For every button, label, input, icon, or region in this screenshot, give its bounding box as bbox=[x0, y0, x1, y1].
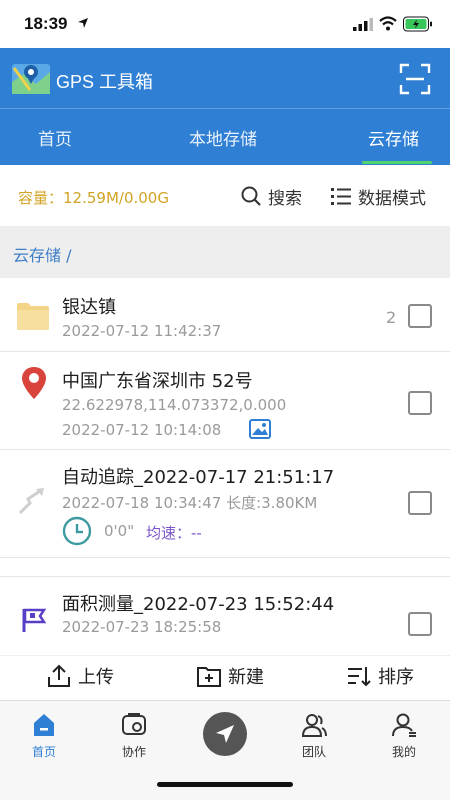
upload-label: 上传 bbox=[78, 667, 114, 688]
search-button[interactable]: 搜索 bbox=[240, 183, 302, 209]
status-time: 18:39 bbox=[24, 14, 68, 33]
sort-label: 排序 bbox=[378, 667, 414, 688]
top-tabs: 首页 本地存储 云存储 bbox=[0, 108, 450, 165]
create-label: 新建 bbox=[228, 667, 264, 688]
navigate-button[interactable] bbox=[203, 712, 247, 756]
search-label: 搜索 bbox=[268, 188, 302, 209]
tab-cloud-storage[interactable]: 云存储 bbox=[368, 125, 419, 150]
nav-home[interactable]: 首页 bbox=[14, 711, 74, 760]
nav-home-label: 首页 bbox=[31, 745, 56, 759]
app-bar: GPS 工具箱 bbox=[0, 48, 450, 108]
data-mode-label: 数据模式 bbox=[358, 188, 426, 209]
item-title: 银达镇 bbox=[62, 297, 116, 318]
item-checkbox[interactable] bbox=[408, 391, 432, 415]
location-arrow-icon bbox=[78, 18, 88, 28]
navigation-arrow-icon bbox=[216, 725, 234, 743]
item-average-speed: 均速：-- bbox=[146, 524, 202, 542]
item-meta: 2022-07-18 10:34:47 长度:3.80KM bbox=[62, 494, 318, 512]
breadcrumb[interactable]: 云存储 / bbox=[13, 242, 71, 266]
new-folder-icon bbox=[197, 667, 221, 687]
app-header: GPS 工具箱 首页 本地存储 云存储 bbox=[0, 48, 450, 165]
storage-info-bar: 容量：12.59M/0.00G 搜索 数据模式 bbox=[0, 165, 450, 225]
collaborate-icon bbox=[122, 713, 146, 735]
home-indicator bbox=[157, 782, 293, 787]
folder-icon bbox=[17, 303, 49, 330]
nav-team[interactable]: 团队 bbox=[284, 711, 344, 760]
track-route-icon bbox=[18, 488, 44, 515]
status-bar: 18:39 bbox=[0, 0, 450, 48]
battery-icon bbox=[403, 16, 432, 32]
item-title: 中国广东省深圳市 52号 bbox=[62, 371, 253, 392]
clock-icon bbox=[62, 516, 92, 546]
nav-me-label: 我的 bbox=[391, 745, 416, 759]
search-icon bbox=[241, 186, 261, 206]
home-icon bbox=[34, 714, 54, 736]
scan-icon[interactable] bbox=[398, 62, 432, 96]
list-item-area[interactable]: 面积测量_2022-07-23 15:52:44 2022-07-23 18:2… bbox=[0, 578, 450, 655]
map-pin-icon bbox=[22, 367, 46, 399]
tab-home[interactable]: 首页 bbox=[38, 125, 72, 150]
item-datetime: 2022-07-23 18:25:58 bbox=[62, 618, 222, 636]
item-title: 自动追踪_2022-07-17 21:51:17 bbox=[62, 467, 335, 488]
list-item-partial bbox=[0, 559, 450, 577]
breadcrumb-bar: 云存储 / bbox=[0, 226, 450, 278]
nav-collaborate[interactable]: 协作 bbox=[104, 711, 164, 760]
image-icon[interactable] bbox=[249, 419, 271, 439]
profile-icon bbox=[392, 713, 416, 737]
list-icon bbox=[331, 188, 351, 205]
item-duration: 0'0" bbox=[104, 522, 135, 540]
nav-collaborate-label: 协作 bbox=[121, 745, 146, 759]
data-mode-button[interactable]: 数据模式 bbox=[330, 183, 426, 209]
file-list: 银达镇 2022-07-12 11:42:37 2 中国广东省深圳市 52号 2… bbox=[0, 279, 450, 655]
action-bar: 上传 新建 排序 bbox=[0, 655, 450, 700]
app-logo-icon bbox=[12, 64, 50, 94]
cellular-signal-icon bbox=[353, 18, 373, 31]
upload-icon bbox=[48, 664, 70, 687]
item-coordinates: 22.622978,114.073372,0.000 bbox=[62, 396, 287, 414]
list-item-folder[interactable]: 银达镇 2022-07-12 11:42:37 2 bbox=[0, 279, 450, 352]
active-tab-indicator bbox=[362, 161, 432, 164]
tab-local-storage[interactable]: 本地存储 bbox=[189, 125, 257, 150]
team-icon bbox=[301, 714, 327, 737]
list-item-track[interactable]: 自动追踪_2022-07-17 21:51:17 2022-07-18 10:3… bbox=[0, 451, 450, 558]
item-datetime: 2022-07-12 10:14:08 bbox=[62, 421, 222, 439]
upload-button[interactable]: 上传 bbox=[46, 663, 114, 689]
flag-icon bbox=[22, 608, 47, 632]
item-checkbox[interactable] bbox=[408, 612, 432, 636]
item-checkbox[interactable] bbox=[408, 491, 432, 515]
partial-row-text bbox=[62, 559, 272, 563]
nav-team-label: 团队 bbox=[301, 745, 326, 759]
list-item-marker[interactable]: 中国广东省深圳市 52号 22.622978,114.073372,0.000 … bbox=[0, 353, 450, 450]
sort-icon bbox=[348, 667, 371, 687]
create-button[interactable]: 新建 bbox=[196, 663, 264, 689]
item-datetime: 2022-07-12 11:42:37 bbox=[62, 322, 222, 340]
nav-me[interactable]: 我的 bbox=[374, 711, 434, 760]
app-title: GPS 工具箱 bbox=[56, 72, 154, 92]
sort-button[interactable]: 排序 bbox=[346, 663, 414, 689]
item-checkbox[interactable] bbox=[408, 304, 432, 328]
item-title: 面积测量_2022-07-23 15:52:44 bbox=[62, 594, 335, 615]
capacity-label: 容量：12.59M/0.00G bbox=[18, 189, 169, 207]
item-count: 2 bbox=[386, 308, 397, 327]
wifi-icon bbox=[379, 16, 397, 31]
